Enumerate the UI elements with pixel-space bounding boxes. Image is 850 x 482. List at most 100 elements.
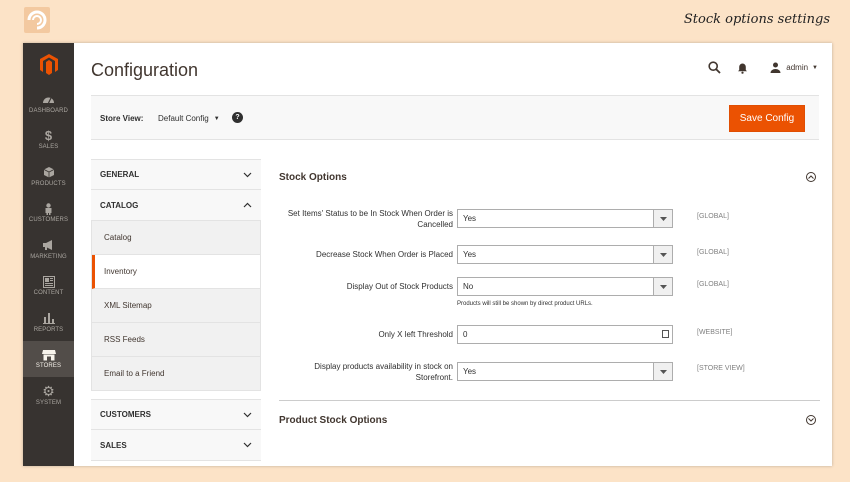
select-arrow-icon [653,278,672,295]
nav-stores[interactable]: STORES [23,340,74,377]
dashboard-icon [42,93,55,106]
input-value: 0 [463,330,468,339]
nav-customers[interactable]: CUSTOMERS [23,195,74,232]
field-label: Set Items' Status to be In Stock When Or… [287,209,453,229]
subtab-rss-feeds[interactable]: RSS Feeds [92,323,260,357]
nav-label: SYSTEM [35,399,62,406]
save-config-button[interactable]: Save Config [729,105,805,132]
select-arrow-icon [653,363,672,380]
section-divider [279,400,820,401]
nav-products[interactable]: PRODUCTS [23,158,74,195]
nav-label: MARKETING [30,253,67,260]
field-label: Display Out of Stock Products [346,282,453,291]
nav-sales[interactable]: $ SALES [23,122,74,159]
catalog-subitems: Catalog Inventory XML Sitemap RSS Feeds … [91,221,261,391]
expand-icon [806,415,816,425]
nav-reports[interactable]: REPORTS [23,304,74,341]
input-list-icon [662,330,669,338]
scope-label: [GLOBAL] [697,249,729,256]
bell-icon[interactable] [737,62,748,74]
admin-menu[interactable]: admin ▼ [770,62,818,73]
subtab-xml-sitemap[interactable]: XML Sitemap [92,289,260,323]
chevron-up-icon [243,202,252,208]
nav-dashboard[interactable]: DASHBOARD [23,85,74,122]
chevron-down-icon [243,412,252,418]
select-arrow-icon [653,246,672,263]
select-value: Yes [463,214,477,223]
user-icon [770,62,781,73]
tab-general[interactable]: GENERAL [91,159,261,190]
sidebar: DASHBOARD $ SALES PRODUCTS CUSTOMERS MAR… [23,43,74,466]
banner-title: Stock options settings [683,12,830,27]
select-display-out-of-stock[interactable]: No [457,277,673,296]
select-arrow-icon [653,210,672,227]
admin-window: DASHBOARD $ SALES PRODUCTS CUSTOMERS MAR… [23,43,832,466]
brand-logo-icon [24,7,50,33]
field-label: Display products availability in stock o… [314,362,453,382]
nav-label: PRODUCTS [31,180,66,187]
subtab-email-to-a-friend[interactable]: Email to a Friend [92,357,260,391]
field-note: Products will still be shown by direct p… [457,301,593,307]
select-value: Yes [463,367,477,376]
dollar-icon: $ [44,128,53,144]
nav-marketing[interactable]: MARKETING [23,231,74,268]
field-label: Only X left Threshold [378,330,453,339]
page-title: Configuration [91,60,199,80]
tab-label: CATALOG [100,200,139,210]
tab-label: CUSTOMERS [100,410,151,419]
content-icon [42,275,55,288]
config-content: Stock Options Set Items' Status to be In… [279,159,820,426]
tab-catalog[interactable]: CATALOG [91,190,261,221]
admin-username: admin [786,63,809,72]
select-value: No [463,282,474,291]
select-value: Yes [463,250,477,259]
main-area: Configuration admin ▼ Store View: Defaul… [74,43,832,466]
caret-down-icon: ▼ [812,64,818,71]
megaphone-icon [42,239,55,252]
tab-label: SALES [100,440,127,450]
input-only-x-left-threshold[interactable]: 0 [457,325,673,344]
search-icon[interactable] [708,61,721,74]
help-icon[interactable]: ? [232,112,243,123]
nav-label: CONTENT [33,290,64,297]
section-title: Stock Options [279,171,347,183]
store-view-label: Store View: [100,114,144,123]
chevron-down-icon [243,442,252,448]
scope-label: [GLOBAL] [697,281,729,288]
box-icon [43,166,55,179]
scope-label: [GLOBAL] [697,213,729,220]
nav-label: REPORTS [33,326,64,333]
subtab-catalog[interactable]: Catalog [92,221,260,255]
nav-label: STORES [35,363,62,370]
store-view-value: Default Config [158,114,209,123]
header-actions: admin ▼ [708,61,818,74]
nav-content[interactable]: CONTENT [23,268,74,305]
product-stock-options-header[interactable]: Product Stock Options [279,402,820,438]
tab-label: GENERAL [100,170,140,179]
subtab-inventory[interactable]: Inventory [92,255,260,289]
person-icon [44,202,53,215]
section-title: Product Stock Options [279,414,388,426]
select-in-stock-when-cancelled[interactable]: Yes [457,209,673,228]
store-view-toolbar: Store View: Default Config ▼ ? Save Conf… [91,95,819,140]
tab-sales[interactable]: SALES [91,430,261,461]
tab-customers[interactable]: CUSTOMERS [91,399,261,430]
scope-label: [WEBSITE] [697,329,733,336]
config-tabs: GENERAL CATALOG Catalog Inventory XML Si… [91,159,261,461]
tab-gap [91,391,261,399]
select-decrease-stock[interactable]: Yes [457,245,673,264]
collapse-icon [806,172,816,182]
store-icon [41,348,56,361]
nav-label: DASHBOARD [29,107,68,114]
select-display-availability[interactable]: Yes [457,362,673,381]
stock-options-header[interactable]: Stock Options [279,159,820,195]
nav-label: CUSTOMERS [28,217,69,224]
scope-label: [STORE VIEW] [697,365,745,372]
nav-system[interactable]: ⚙ SYSTEM [23,377,74,414]
nav-label: SALES [38,144,59,151]
field-label: Decrease Stock When Order is Placed [316,250,453,259]
caret-down-icon: ▼ [213,115,220,122]
bar-chart-icon [42,312,55,325]
store-view-switcher[interactable]: Default Config ▼ [158,114,220,123]
magento-logo-icon[interactable] [23,43,74,85]
